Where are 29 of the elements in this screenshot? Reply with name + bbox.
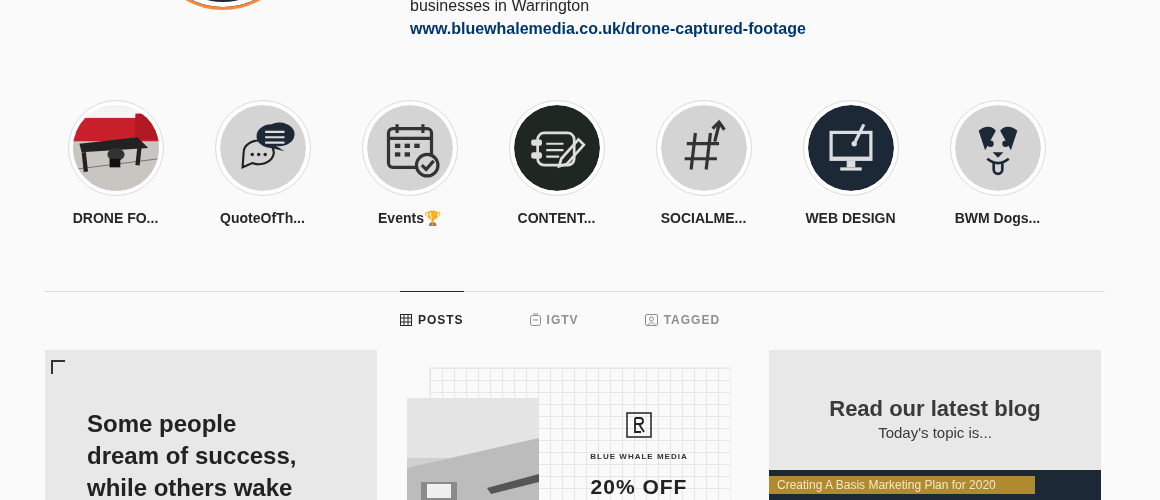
highlight-label: CONTENT... <box>517 210 596 226</box>
highlight-label: BWM Dogs... <box>954 210 1041 226</box>
highlight-label: SOCIALME... <box>660 210 747 226</box>
tv-icon <box>529 313 541 326</box>
chat-bubbles-icon <box>241 122 295 169</box>
grid-icon <box>399 313 412 326</box>
calendar-check-icon <box>386 122 440 178</box>
monitor-brush-icon <box>829 123 872 171</box>
highlight-label: Events🏆 <box>378 210 441 226</box>
highlight-label: QuoteOfTh... <box>220 210 305 226</box>
person-tag-icon <box>644 313 658 326</box>
blog-title: Read our latest blog <box>828 396 1042 422</box>
dog-face-icon <box>978 126 1017 175</box>
notepad-pencil-icon <box>530 131 586 169</box>
offer-headline: 20% OFF <box>590 475 688 499</box>
profile-tab[interactable]: POSTS <box>399 291 464 347</box>
website-link[interactable]: www.bluewhalemedia.co.uk/drone-captured-footage <box>410 20 806 38</box>
quote-text: Some people dream of success, while others wake <box>87 409 298 500</box>
logo-icon <box>626 412 652 438</box>
brand-text: BLUE WHALE MEDIA <box>590 452 688 461</box>
bio-text: businesses in Warrington <box>410 0 591 14</box>
blog-subtitle: Today's topic is... <box>877 424 993 441</box>
corner-mark-icon <box>51 360 65 374</box>
post-tile[interactable]: Read our latest blog Today's topic is... Creating A Basis Marketing Plan for 2020 <box>769 350 1101 500</box>
highlight-label: DRONE FO... <box>72 210 159 226</box>
post-tile[interactable]: Some people dream of success, while others wake <box>45 350 377 500</box>
blog-banner: Creating A Basis Marketing Plan for 2020 <box>769 476 1035 494</box>
hashtag-arrow-icon <box>682 119 726 172</box>
highlight-label: WEB DESIGN <box>805 210 896 226</box>
